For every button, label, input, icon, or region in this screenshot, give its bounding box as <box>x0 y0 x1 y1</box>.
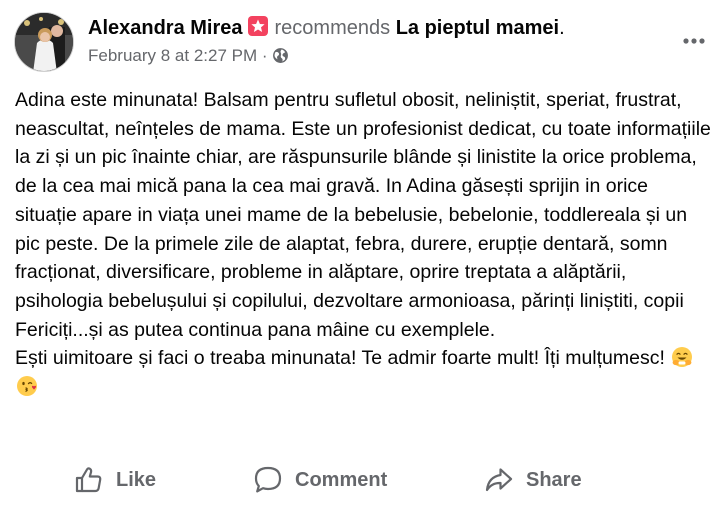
more-options-icon[interactable] <box>674 26 714 56</box>
meta-separator: · <box>257 46 273 65</box>
post-paragraph-1: Adina este minunata! Balsam pentru sufle… <box>15 89 711 341</box>
post-header: Alexandra Mirea recommends La pieptul ma… <box>14 12 714 74</box>
face-blowing-kiss-emoji <box>17 376 37 397</box>
share-button[interactable]: Share <box>484 464 582 496</box>
like-button[interactable]: Like <box>74 464 156 496</box>
hugging-face-emoji <box>672 347 693 368</box>
author-line: Alexandra Mirea recommends La pieptul ma… <box>88 15 565 41</box>
avatar-photo <box>15 13 73 71</box>
comment-button[interactable]: Comment <box>253 464 387 496</box>
post-meta: February 8 at 2:27 PM · <box>88 45 289 67</box>
share-label: Share <box>526 468 582 491</box>
share-arrow-icon <box>485 468 513 492</box>
globe-icon[interactable] <box>272 47 289 64</box>
post-paragraph-2-text: Ești uimitoare și faci o treaba minunata… <box>15 347 665 370</box>
thumbs-up-icon <box>75 467 102 493</box>
star-badge-icon <box>247 16 268 36</box>
comment-bubble-icon <box>254 466 282 493</box>
post-body: Adina este minunata! Balsam pentru sufle… <box>15 86 715 402</box>
comment-label: Comment <box>295 468 388 491</box>
recommends-text: recommends <box>274 17 391 39</box>
post-actions: Like Comment Share <box>0 458 723 502</box>
page-name-link[interactable]: La pieptul mamei <box>396 17 559 39</box>
facebook-recommendation-post: Alexandra Mirea recommends La pieptul ma… <box>0 0 723 506</box>
author-name[interactable]: Alexandra Mirea <box>88 17 243 39</box>
like-label: Like <box>116 468 157 491</box>
post-paragraph-2: Ești uimitoare și faci o treaba minunata… <box>15 344 715 401</box>
timestamp-link[interactable]: February 8 at 2:27 PM <box>88 46 257 65</box>
avatar[interactable] <box>14 12 74 72</box>
period: . <box>559 17 565 39</box>
